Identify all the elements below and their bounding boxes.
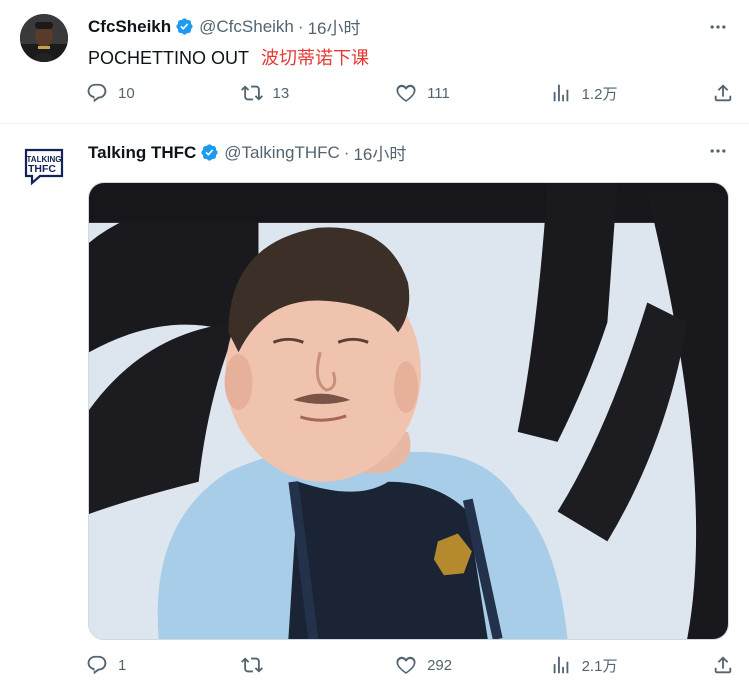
retweet-button[interactable]: 13 — [240, 82, 301, 104]
retweet-button[interactable] — [240, 654, 301, 676]
verified-badge-icon — [175, 17, 194, 36]
tweet-talkingthfc[interactable]: TALKING THFC Talking THFC @TalkingTHFC ·… — [0, 124, 749, 686]
views-icon — [553, 84, 568, 102]
avatar-cfcsheikh[interactable] — [20, 14, 68, 62]
avatar-image — [20, 14, 68, 62]
views-count: 2.1万 — [581, 657, 618, 675]
share-icon — [714, 656, 732, 674]
verified-badge-icon — [200, 143, 219, 162]
tweet-header: CfcSheikh @CfcSheikh · 16小时 — [88, 14, 360, 39]
avatar-talkingthfc[interactable]: TALKING THFC — [20, 142, 68, 190]
tweet-time[interactable]: 16小时 — [308, 14, 361, 39]
share-button[interactable] — [712, 654, 734, 676]
like-button[interactable]: 111 — [395, 82, 455, 104]
tweet-text-cn: 波切蒂诺下课 — [261, 48, 369, 68]
share-button[interactable] — [712, 82, 734, 104]
separator-dot: · — [343, 142, 350, 162]
tweet-time[interactable]: 16小时 — [353, 140, 406, 165]
more-icon[interactable] — [707, 16, 729, 38]
like-icon — [396, 656, 416, 674]
tweet-media-photo[interactable] — [88, 182, 729, 640]
reply-count: 10 — [118, 84, 135, 102]
author-handle[interactable]: @CfcSheikh — [199, 17, 294, 37]
retweet-count: 13 — [272, 84, 290, 102]
author-handle[interactable]: @TalkingTHFC — [224, 143, 340, 163]
like-count: 292 — [427, 656, 453, 674]
views-button[interactable]: 2.1万 — [550, 654, 618, 676]
tweet-header: Talking THFC @TalkingTHFC · 16小时 — [88, 140, 406, 165]
tweet-text: POCHETTINO OUT 波切蒂诺下课 — [88, 44, 369, 70]
like-count: 111 — [427, 84, 450, 102]
tweet-actions: 10 13 111 1.2万 — [86, 82, 734, 104]
reply-icon — [87, 83, 107, 103]
tweet-text-en: POCHETTINO OUT — [88, 48, 249, 68]
views-icon — [553, 656, 568, 674]
reply-count: 1 — [118, 656, 127, 674]
svg-text:THFC: THFC — [28, 163, 56, 175]
separator-dot: · — [297, 16, 304, 36]
retweet-icon — [240, 657, 263, 673]
share-icon — [714, 84, 732, 102]
like-icon — [396, 84, 416, 102]
tweet-cfcsheikh[interactable]: CfcSheikh @CfcSheikh · 16小时 POCHETTINO O… — [0, 0, 749, 124]
reply-button[interactable]: 1 — [86, 654, 146, 676]
reply-icon — [87, 655, 107, 675]
retweet-icon — [240, 85, 263, 101]
author-name[interactable]: CfcSheikh — [88, 17, 171, 37]
talkingthfc-logo: TALKING THFC — [20, 142, 68, 190]
photo-man-in-stands — [89, 183, 728, 639]
views-button[interactable]: 1.2万 — [550, 82, 618, 104]
more-icon[interactable] — [707, 140, 729, 162]
reply-button[interactable]: 10 — [86, 82, 146, 104]
author-name[interactable]: Talking THFC — [88, 143, 196, 163]
like-button[interactable]: 292 — [395, 654, 455, 676]
tweet-actions: 1 292 2.1万 — [86, 654, 734, 676]
views-count: 1.2万 — [581, 85, 618, 103]
